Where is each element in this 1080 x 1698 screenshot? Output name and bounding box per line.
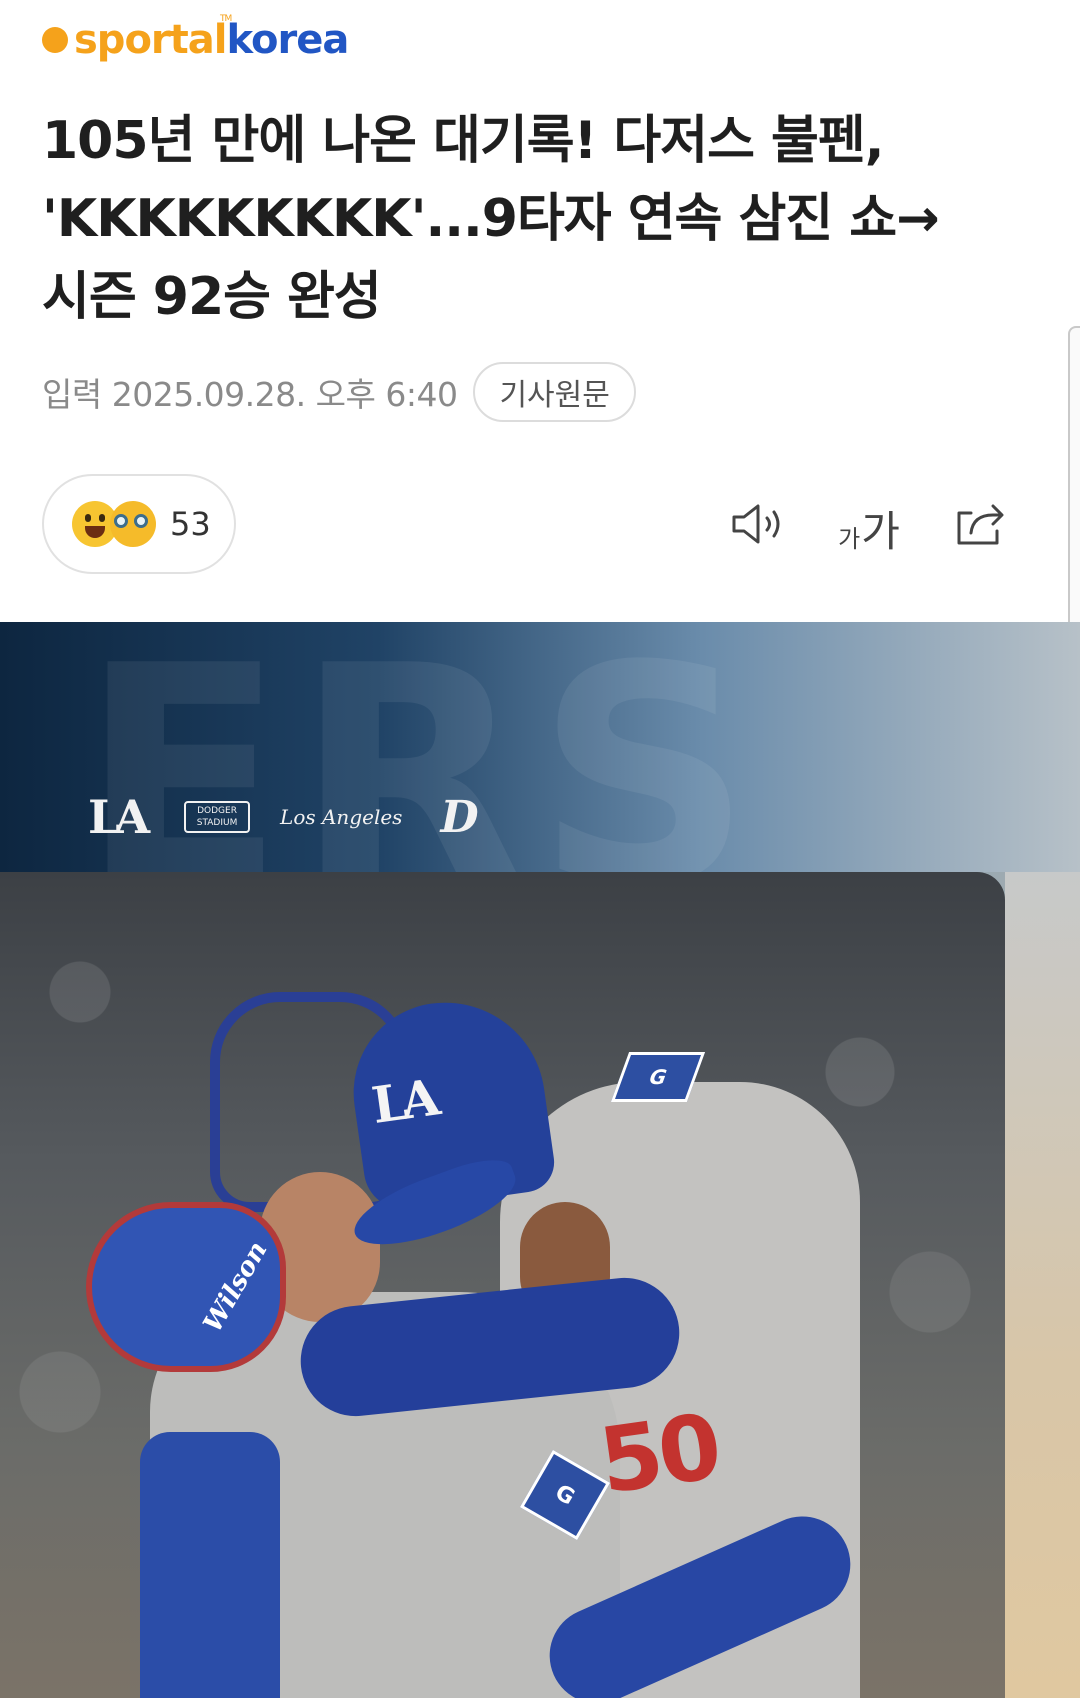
d-logo: D [440,791,479,843]
font-size-small-glyph: 가 [838,525,861,553]
share-icon [957,504,1004,545]
share-button[interactable] [950,494,1010,554]
article-headline: 105년 만에 나온 대기록! 다저스 불펜, 'KKKKKKKKK'...9타… [42,102,1042,336]
scrollbar-thumb[interactable] [1068,326,1080,662]
dodgers-logo-strip: LA DODGER STADIUM Los Angeles D [88,790,479,844]
logo-text-sportal: sportal [74,17,227,63]
font-size-big-glyph: 가 [861,507,900,556]
los-angeles-script-logo: Los Angeles [280,805,403,829]
article-toolbar: 가 가 [728,494,1010,554]
article-page: sportal korea TM 105년 만에 나온 대기록! 다저스 불펜,… [0,0,1080,1698]
nerd-glasses-face-icon [110,501,156,547]
la-logo: LA [88,790,150,844]
players-embrace-photo: LA G Wilson 50 G [0,872,1005,1698]
article-meta: 입력 2025.09.28. 오후 6:40 기사원문 [42,360,636,424]
text-to-speech-button[interactable] [728,494,788,554]
headline-line-3: 시즌 92승 완성 [42,267,382,327]
photo-right-margin [1005,872,1080,1698]
publish-date: 입력 2025.09.28. 오후 6:40 [42,375,458,414]
headline-line-2: 'KKKKKKKKK'...9타자 연속 삼진 쇼→ [42,189,940,249]
speaker-icon [732,504,780,544]
photo-banner-band: ERS LA DODGER STADIUM Los Angeles D [0,622,1080,951]
catcher-glove [86,1202,286,1372]
logo-dot-icon [42,27,68,53]
original-article-button[interactable]: 기사원문 [473,362,636,422]
font-size-button[interactable]: 가 가 [836,494,902,554]
article-photo: ERS LA DODGER STADIUM Los Angeles D LA G… [0,622,1080,1698]
logo-trademark: TM [220,14,232,24]
catcher-chest-protector [140,1432,280,1698]
cap-la-logo: LA [368,1067,438,1136]
headline-line-1: 105년 만에 나온 대기록! 다저스 불펜, [42,111,884,171]
jersey-number: 50 [593,1394,724,1515]
reaction-count: 53 [170,505,211,543]
sportalkorea-logo[interactable]: sportal korea TM [42,14,349,64]
dodger-stadium-logo: DODGER STADIUM [184,801,251,833]
reaction-button[interactable]: 53 [42,474,236,574]
logo-text-korea: korea [226,17,349,63]
